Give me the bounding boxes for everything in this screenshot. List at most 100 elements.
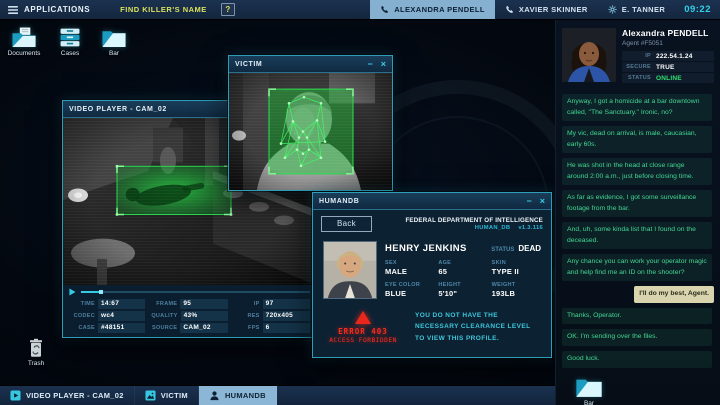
image-icon (145, 390, 156, 401)
profile-name: Henry JENKINS (385, 243, 467, 254)
info-row-status: STATUS ONLINE (622, 73, 714, 83)
video-metadata-grid: TIME14:67 FRAME95 IP97 CODECwc4 QUALITY4… (69, 299, 310, 333)
warning-triangle-icon (355, 311, 371, 324)
play-button[interactable] (69, 288, 76, 296)
humandb-window: HUMANDB − × Back FEDERAL DEPARTMENT OF I… (312, 192, 552, 358)
contact-identity: Alexandra PENDELL Agent #F5051 IP 222.54… (622, 28, 714, 84)
phone-icon (505, 5, 514, 14)
desktop-icon-cases[interactable]: Cases (48, 27, 92, 57)
folder-icon (575, 375, 603, 398)
info-row-secure: SECURE TRUE (622, 62, 714, 72)
taskbar-item-victim[interactable]: VICTIM (135, 386, 199, 405)
window-title: VICTIM (235, 61, 262, 68)
error-title: ACCESS FORBIDDEN (329, 337, 397, 344)
body-detection-box (116, 165, 233, 216)
minimize-icon[interactable]: − (526, 196, 531, 206)
documents-folder-icon (11, 27, 37, 48)
contact-photo (562, 28, 616, 82)
contact-name: XAVIER SKINNER (519, 5, 588, 14)
contact-agent-id: Agent #F5051 (622, 40, 714, 47)
play-icon (69, 288, 76, 296)
cases-drawer-icon (57, 27, 83, 48)
chat-message: And, uh, some kinda list that I found on… (562, 222, 712, 249)
chat-message: My vic, dead on arrival, is male, caucas… (562, 126, 712, 153)
icon-label: Documents (8, 50, 41, 57)
app-name: HUMAN_DB (475, 225, 511, 231)
field-skin: SKINTYPE II (492, 260, 541, 276)
trash-icon[interactable]: Trash (16, 338, 56, 367)
attachment-label: Bar (584, 400, 594, 405)
victim-titlebar[interactable]: VICTIM − × (229, 56, 392, 73)
contact-tab-xavier-skinner[interactable]: XAVIER SKINNER (495, 0, 598, 19)
close-icon[interactable]: × (540, 196, 545, 206)
stat-frame: FRAME95 (151, 299, 227, 309)
help-button[interactable]: ? (221, 3, 235, 16)
app-version: v1.3.116 (518, 225, 543, 231)
window-title: VIDEO PLAYER - CAM_02 (69, 106, 167, 113)
attachment-folder-bar[interactable]: Bar (566, 375, 612, 405)
applications-menu[interactable]: APPLICATIONS (0, 0, 98, 19)
humandb-titlebar[interactable]: HUMANDB − × (313, 193, 551, 210)
victim-image-canvas (229, 73, 392, 190)
field-age: AGE65 (438, 260, 487, 276)
contact-name: E. TANNER (622, 5, 665, 14)
progress-handle[interactable] (99, 290, 103, 294)
back-button[interactable]: Back (321, 216, 372, 232)
stat-res: RES720x405 (234, 311, 310, 321)
taskbar-item-label: VICTIM (161, 391, 188, 400)
error-section: ERROR 403 ACCESS FORBIDDEN YOU DO NOT HA… (313, 306, 551, 348)
stat-time: TIME14:67 (69, 299, 145, 309)
chat-contact-header: Alexandra PENDELL Agent #F5051 IP 222.54… (556, 20, 720, 90)
chat-message: Anyway, I got a homicide at a bar downto… (562, 94, 712, 121)
taskbar-item-label: HUMANDB (225, 391, 266, 400)
chat-sidebar: Alexandra PENDELL Agent #F5051 IP 222.54… (555, 20, 720, 405)
stat-source: SOURCECAM_02 (151, 323, 227, 333)
error-message: YOU DO NOT HAVE THE NECESSARY CLEARANCE … (415, 310, 541, 344)
gear-icon (608, 5, 617, 14)
field-sex: SEXMALE (385, 260, 434, 276)
hamburger-menu-icon (8, 6, 18, 14)
applications-label: APPLICATIONS (24, 5, 90, 14)
profile-fields-grid: SEXMALE AGE65 SKINTYPE II EYE COLORBLUE … (385, 260, 541, 298)
icon-label: Cases (61, 50, 79, 57)
field-weight: WEIGHT193LB (492, 282, 541, 298)
desktop-icon-bar[interactable]: Bar (92, 27, 136, 57)
profile-details: Henry JENKINS STATUS DEAD SEXMALE AGE65 … (385, 241, 541, 299)
stat-codec: CODECwc4 (69, 311, 145, 321)
stat-case: CASE#48151 (69, 323, 145, 333)
objective-label: Find killer's name (120, 0, 207, 19)
progress-fill (81, 291, 99, 293)
department-header: FEDERAL DEPARTMENT OF INTELLIGENCE HUMAN… (405, 217, 543, 231)
info-row-ip: IP 222.54.1.24 (622, 51, 714, 61)
taskbar-item-video-player[interactable]: VIDEO PLAYER - CAM_02 (0, 386, 135, 405)
video-progress-bar[interactable] (81, 291, 310, 293)
close-icon[interactable]: × (381, 59, 386, 69)
field-eye-color: EYE COLORBLUE (385, 282, 434, 298)
minimize-icon[interactable]: − (367, 59, 372, 69)
top-menu-bar: APPLICATIONS Find killer's name ? ALEXAN… (0, 0, 720, 20)
stat-fps: FPS6 (234, 323, 310, 333)
chat-message: As far as evidence, I got some surveilla… (562, 190, 712, 217)
play-icon (10, 390, 21, 401)
field-height: HEIGHT5'10" (438, 282, 487, 298)
contact-tab-alexandra-pendell[interactable]: ALEXANDRA PENDELL (370, 0, 495, 19)
icon-label: Bar (109, 50, 119, 57)
person-icon (209, 390, 220, 401)
desktop-icon-documents[interactable]: Documents (2, 27, 46, 57)
status-label: STATUS (491, 247, 514, 253)
chat-message: He was shot in the head at close range a… (562, 158, 712, 185)
profile-photo (323, 241, 377, 299)
recycle-bin-icon (28, 338, 44, 358)
contact-name: Alexandra PENDELL (622, 28, 714, 38)
stat-quality: QUALITY43% (151, 311, 227, 321)
taskbar-item-humandb[interactable]: HUMANDB (199, 386, 277, 405)
clock: 09:22 (675, 0, 720, 19)
status-value: DEAD (518, 244, 541, 253)
alexandra-pendell-portrait (562, 28, 616, 82)
bar-folder-icon (101, 27, 127, 48)
chat-message: Any chance you can work your operator ma… (562, 254, 712, 281)
topbar-spacer (235, 0, 370, 19)
contact-tab-e-tanner[interactable]: E. TANNER (598, 0, 675, 19)
window-title: HUMANDB (319, 198, 359, 205)
face-tracking-overlay (269, 89, 353, 174)
